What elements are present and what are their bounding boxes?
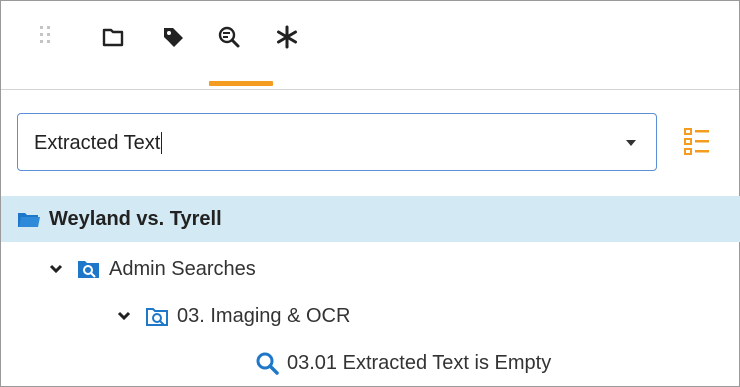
asterisk-icon[interactable] — [273, 23, 301, 51]
dropdown-arrow-icon[interactable] — [626, 140, 636, 146]
tree-label-imaging-ocr[interactable]: 03. Imaging & OCR — [177, 304, 350, 328]
search-browser-panel: Extracted Text Weyland vs. Tyrell Admin … — [0, 0, 740, 387]
tree-row-imaging-ocr[interactable]: 03. Imaging & OCR — [1, 293, 740, 339]
list-view-button[interactable] — [683, 126, 711, 158]
tree-label-workspace[interactable]: Weyland vs. Tyrell — [49, 207, 222, 231]
tree-label-admin-searches[interactable]: Admin Searches — [109, 257, 256, 281]
chevron-down-icon[interactable] — [47, 260, 65, 278]
search-folder-outline-icon — [145, 304, 169, 328]
search-folder-icon — [77, 257, 101, 281]
tag-icon[interactable] — [159, 23, 187, 51]
saved-search-magnifier-icon — [255, 351, 279, 375]
active-tab-indicator — [209, 81, 273, 86]
tree-row-admin-searches[interactable]: Admin Searches — [1, 246, 740, 292]
folder-icon[interactable] — [99, 23, 127, 51]
tree-row-saved-search[interactable]: 03.01 Extracted Text is Empty — [1, 340, 740, 386]
drag-handle-icon[interactable] — [31, 23, 59, 51]
saved-search-icon[interactable] — [215, 23, 243, 51]
saved-search-select[interactable]: Extracted Text — [17, 113, 657, 171]
list-view-icon — [684, 128, 709, 155]
text-caret — [161, 132, 163, 154]
browser-toolbar — [1, 1, 739, 90]
tree-row-workspace[interactable]: Weyland vs. Tyrell — [1, 196, 740, 242]
chevron-down-icon[interactable] — [115, 307, 133, 325]
select-value-text[interactable]: Extracted Text — [34, 132, 163, 154]
workspace-folder-icon — [17, 207, 41, 231]
tree-label-saved-search[interactable]: 03.01 Extracted Text is Empty — [287, 351, 551, 375]
